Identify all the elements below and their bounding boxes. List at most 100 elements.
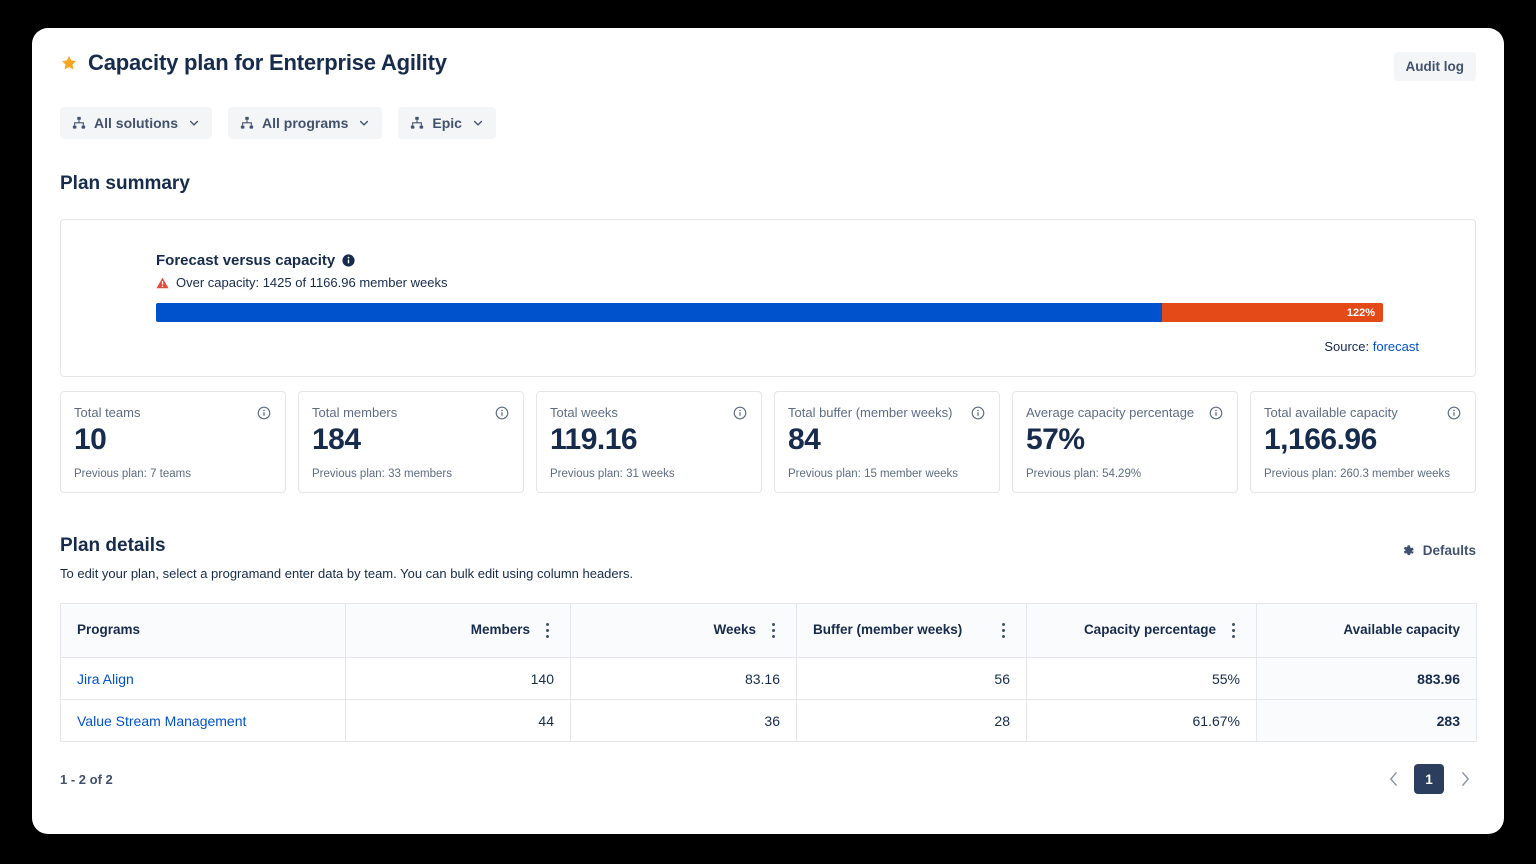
- chevron-left-icon: [1388, 771, 1399, 787]
- column-label: Available capacity: [1343, 622, 1460, 639]
- stat-previous: Previous plan: 33 members: [312, 468, 452, 480]
- hierarchy-icon: [240, 116, 254, 130]
- column-menu-members[interactable]: [540, 622, 554, 640]
- stat-card-total-buffer: Total buffer (member weeks) 84 Previous …: [774, 391, 1000, 493]
- plan-details-subtext: To edit your plan, select a programand e…: [60, 566, 633, 581]
- cell-capacity-percentage[interactable]: 55%: [1027, 658, 1257, 700]
- plan-details-table: Programs Members Weeks: [60, 603, 1477, 742]
- cell-members[interactable]: 140: [346, 658, 571, 700]
- stat-previous: Previous plan: 54.29%: [1026, 468, 1141, 480]
- forecast-header: Forecast versus capacity: [156, 252, 1419, 269]
- cell-available-capacity: 883.96: [1257, 658, 1477, 700]
- cell-buffer[interactable]: 56: [797, 658, 1027, 700]
- hierarchy-icon: [410, 116, 424, 130]
- column-label: Programs: [77, 622, 140, 639]
- program-link[interactable]: Jira Align: [77, 671, 134, 687]
- cell-weeks[interactable]: 83.16: [571, 658, 797, 700]
- info-icon[interactable]: [971, 406, 985, 420]
- pagination-next-button[interactable]: [1454, 764, 1476, 794]
- page-header: Capacity plan for Enterprise Agility Aud…: [60, 28, 1476, 81]
- filter-all-solutions[interactable]: All solutions: [60, 107, 212, 139]
- stat-label: Total buffer (member weeks): [788, 405, 953, 421]
- over-capacity-text: Over capacity: 1425 of 1166.96 member we…: [176, 275, 447, 290]
- forecast-card: Forecast versus capacity: [60, 219, 1476, 377]
- chevron-down-icon: [470, 117, 484, 129]
- table-row: Jira Align 140 83.16 56 55% 883.96: [61, 658, 1477, 700]
- cell-capacity-percentage[interactable]: 61.67%: [1027, 700, 1257, 742]
- cell-program: Jira Align: [61, 658, 346, 700]
- column-label: Weeks: [713, 622, 756, 639]
- page-title: Capacity plan for Enterprise Agility: [88, 50, 447, 76]
- program-link[interactable]: Value Stream Management: [77, 713, 246, 729]
- stat-value: 57%: [1026, 423, 1223, 456]
- stat-previous: Previous plan: 15 member weeks: [788, 468, 958, 480]
- info-icon[interactable]: [257, 406, 271, 420]
- stat-cards-row: Total teams 10 Previous plan: 7 teams To…: [60, 391, 1476, 493]
- plan-details-header: Plan details To edit your plan, select a…: [60, 535, 1476, 581]
- pagination: 1 - 2 of 2 1: [60, 764, 1476, 794]
- filter-epic[interactable]: Epic: [398, 107, 496, 139]
- chevron-down-icon: [186, 117, 200, 129]
- column-header-buffer: Buffer (member weeks): [797, 604, 1027, 658]
- plan-summary-heading: Plan summary: [60, 173, 1476, 195]
- column-header-members: Members: [346, 604, 571, 658]
- column-menu-buffer[interactable]: [996, 622, 1010, 640]
- star-icon[interactable]: [60, 54, 78, 72]
- filter-label: Epic: [432, 115, 462, 131]
- table-row: Value Stream Management 44 36 28 61.67% …: [61, 700, 1477, 742]
- plan-details-heading: Plan details: [60, 535, 633, 557]
- info-icon[interactable]: [1209, 406, 1223, 420]
- pagination-page-1[interactable]: 1: [1414, 764, 1444, 794]
- cell-program: Value Stream Management: [61, 700, 346, 742]
- column-header-weeks: Weeks: [571, 604, 797, 658]
- column-label: Buffer (member weeks): [813, 622, 962, 639]
- stat-label: Average capacity percentage: [1026, 405, 1194, 421]
- title-wrap: Capacity plan for Enterprise Agility: [60, 50, 447, 76]
- chevron-down-icon: [356, 117, 370, 129]
- column-header-programs: Programs: [61, 604, 346, 658]
- column-header-capacity-percentage: Capacity percentage: [1027, 604, 1257, 658]
- stat-label: Total available capacity: [1264, 405, 1398, 421]
- column-menu-capacity-percentage[interactable]: [1226, 622, 1240, 640]
- stat-card-total-weeks: Total weeks 119.16 Previous plan: 31 wee…: [536, 391, 762, 493]
- source-prefix: Source:: [1324, 339, 1369, 354]
- stat-value: 1,166.96: [1264, 423, 1461, 456]
- bar-segment-capacity: [156, 303, 1162, 322]
- filter-label: All programs: [262, 115, 348, 131]
- stat-label: Total teams: [74, 405, 140, 421]
- over-capacity-status: Over capacity: 1425 of 1166.96 member we…: [156, 275, 1419, 290]
- bar-segment-over-capacity: 122%: [1162, 303, 1383, 322]
- stat-value: 84: [788, 423, 985, 456]
- info-icon[interactable]: [495, 406, 509, 420]
- pagination-count: 1 - 2 of 2: [60, 772, 113, 787]
- filter-all-programs[interactable]: All programs: [228, 107, 382, 139]
- app-window: Capacity plan for Enterprise Agility Aud…: [32, 28, 1504, 834]
- stat-previous: Previous plan: 260.3 member weeks: [1264, 468, 1450, 480]
- warning-icon: [156, 277, 169, 289]
- audit-log-button[interactable]: Audit log: [1394, 52, 1476, 81]
- cell-members[interactable]: 44: [346, 700, 571, 742]
- column-header-available-capacity: Available capacity: [1257, 604, 1477, 658]
- column-menu-weeks[interactable]: [766, 622, 780, 640]
- column-label: Members: [471, 622, 530, 639]
- stat-value: 10: [74, 423, 271, 456]
- stat-card-total-members: Total members 184 Previous plan: 33 memb…: [298, 391, 524, 493]
- source-forecast-link[interactable]: forecast: [1373, 339, 1419, 354]
- stat-value: 119.16: [550, 423, 747, 456]
- defaults-button[interactable]: Defaults: [1401, 539, 1476, 562]
- pagination-previous-button[interactable]: [1382, 764, 1404, 794]
- cell-buffer[interactable]: 28: [797, 700, 1027, 742]
- cell-available-capacity: 283: [1257, 700, 1477, 742]
- forecast-title: Forecast versus capacity: [156, 252, 335, 269]
- bar-percentage-label: 122%: [1347, 307, 1375, 319]
- column-label: Capacity percentage: [1084, 622, 1216, 639]
- info-icon[interactable]: [1447, 406, 1461, 420]
- cell-weeks[interactable]: 36: [571, 700, 797, 742]
- info-icon[interactable]: [733, 406, 747, 420]
- source-line: Source: forecast: [1324, 339, 1419, 354]
- stat-label: Total weeks: [550, 405, 618, 421]
- table-header-row: Programs Members Weeks: [61, 604, 1477, 658]
- defaults-label: Defaults: [1423, 543, 1476, 558]
- chevron-right-icon: [1460, 771, 1471, 787]
- info-icon[interactable]: [342, 254, 355, 267]
